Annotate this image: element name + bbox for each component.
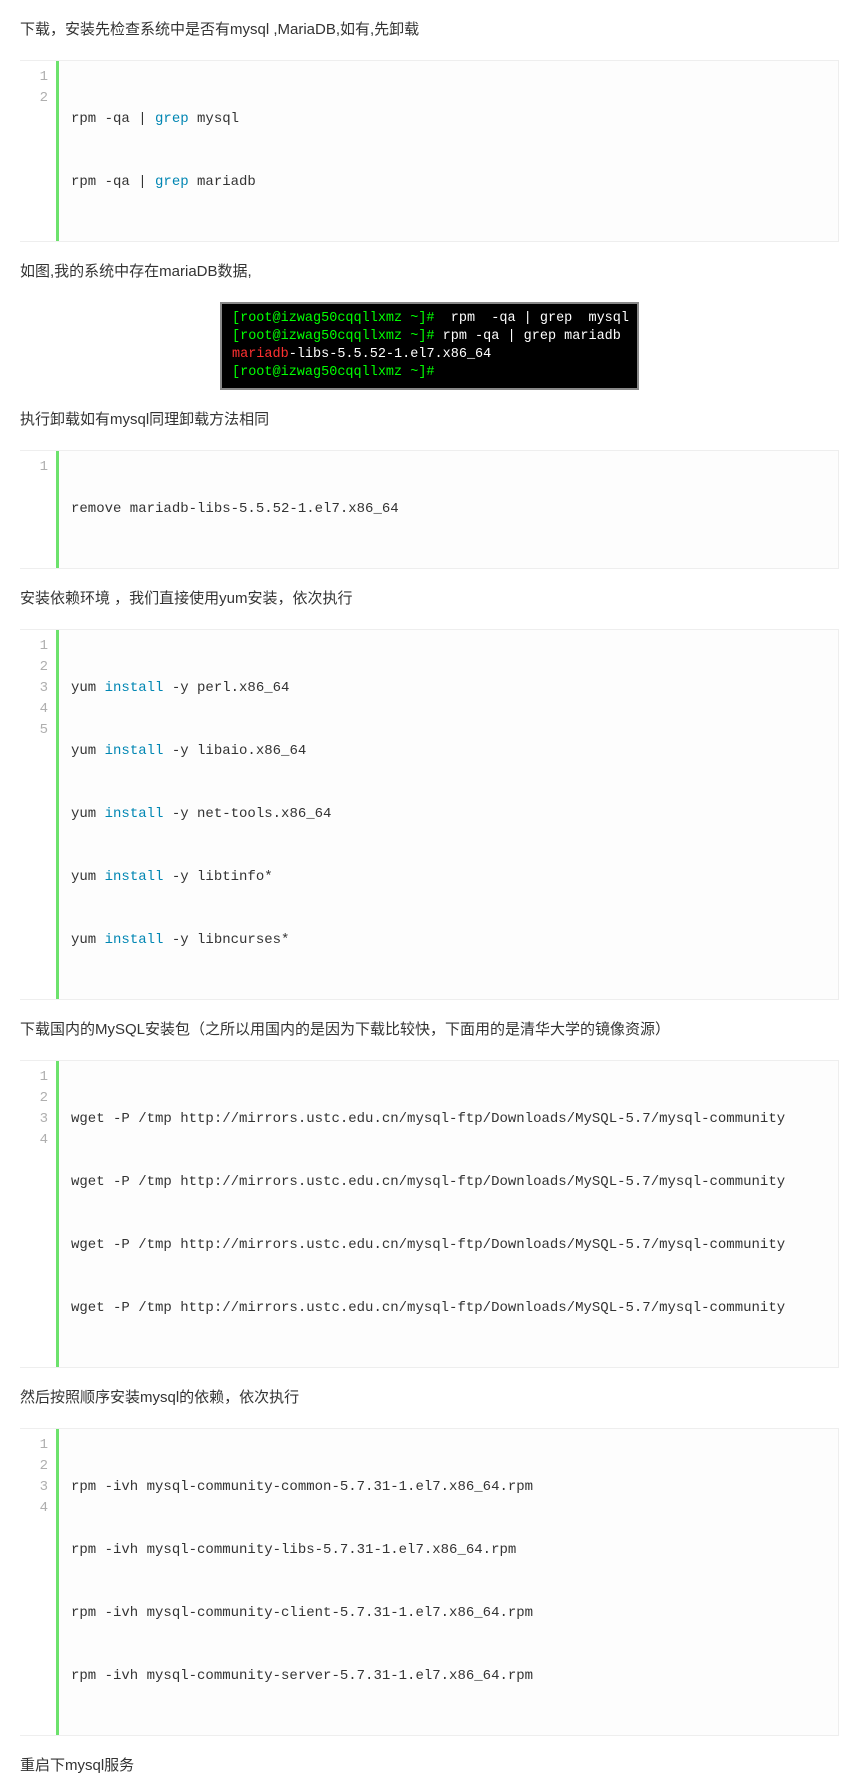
paragraph: 然后按照顺序安装mysql的依赖，依次执行 (20, 1386, 839, 1410)
terminal-screenshot: [root@izwag50cqqllxmz ~]# rpm -qa | grep… (20, 302, 839, 390)
code-line: rpm -ivh mysql-community-libs-5.7.31-1.e… (71, 1540, 838, 1561)
article-body: 下载，安装先检查系统中是否有mysql ,MariaDB,如有,先卸载 1 2 … (0, 18, 859, 1778)
line-gutter: 1 2 3 4 (20, 1429, 59, 1735)
code-line: rpm -ivh mysql-community-client-5.7.31-1… (71, 1603, 838, 1624)
line-number: 2 (20, 657, 56, 678)
terminal-line: [root@izwag50cqqllxmz ~]# (232, 364, 627, 382)
code-line: rpm -qa | grep mysql (71, 109, 838, 130)
line-number: 1 (20, 67, 56, 88)
code-block-wget[interactable]: 1 2 3 4 wget -P /tmp http://mirrors.ustc… (20, 1060, 839, 1368)
code-line: wget -P /tmp http://mirrors.ustc.edu.cn/… (71, 1298, 838, 1319)
code-line: rpm -qa | grep mariadb (71, 172, 838, 193)
code-line: remove mariadb-libs-5.5.52-1.el7.x86_64 (71, 499, 838, 520)
keyword-install: install (105, 932, 164, 948)
keyword-install: install (105, 806, 164, 822)
code-line: rpm -ivh mysql-community-server-5.7.31-1… (71, 1666, 838, 1687)
code-lines: rpm -ivh mysql-community-common-5.7.31-1… (59, 1429, 838, 1735)
line-number: 4 (20, 1130, 56, 1151)
code-lines: rpm -qa | grep mysql rpm -qa | grep mari… (59, 61, 838, 241)
keyword-grep: grep (155, 111, 189, 127)
line-number: 4 (20, 699, 56, 720)
code-line: yum install -y net-tools.x86_64 (71, 804, 838, 825)
line-number: 3 (20, 1109, 56, 1130)
code-line: wget -P /tmp http://mirrors.ustc.edu.cn/… (71, 1109, 838, 1130)
paragraph: 如图,我的系统中存在mariaDB数据, (20, 260, 839, 284)
line-number: 1 (20, 636, 56, 657)
paragraph: 执行卸载如有mysql同理卸载方法相同 (20, 408, 839, 432)
paragraph: 下载国内的MySQL安装包（之所以用国内的是因为下载比较快，下面用的是清华大学的… (20, 1018, 839, 1042)
code-block-check-mysql: 1 2 rpm -qa | grep mysql rpm -qa | grep … (20, 60, 839, 242)
code-line: yum install -y libaio.x86_64 (71, 741, 838, 762)
keyword-grep: grep (155, 174, 189, 190)
keyword-install: install (105, 680, 164, 696)
code-lines: wget -P /tmp http://mirrors.ustc.edu.cn/… (59, 1061, 838, 1367)
code-lines: remove mariadb-libs-5.5.52-1.el7.x86_64 (59, 451, 838, 568)
line-number: 5 (20, 720, 56, 741)
line-number: 2 (20, 1088, 56, 1109)
paragraph: 重启下mysql服务 (20, 1754, 839, 1778)
paragraph: 安装依赖环境 ，我们直接使用yum安装，依次执行 (20, 587, 839, 611)
line-gutter: 1 2 3 4 (20, 1061, 59, 1367)
keyword-install: install (105, 869, 164, 885)
terminal-window: [root@izwag50cqqllxmz ~]# rpm -qa | grep… (220, 302, 639, 390)
code-block-rpm-ivh: 1 2 3 4 rpm -ivh mysql-community-common-… (20, 1428, 839, 1736)
code-line: wget -P /tmp http://mirrors.ustc.edu.cn/… (71, 1235, 838, 1256)
line-number: 2 (20, 1456, 56, 1477)
terminal-line: [root@izwag50cqqllxmz ~]# rpm -qa | grep… (232, 328, 627, 346)
keyword-install: install (105, 743, 164, 759)
code-line: yum install -y libtinfo* (71, 867, 838, 888)
line-gutter: 1 2 3 4 5 (20, 630, 59, 999)
code-block-yum-install: 1 2 3 4 5 yum install -y perl.x86_64 yum… (20, 629, 839, 1000)
terminal-line: mariadb-libs-5.5.52-1.el7.x86_64 (232, 346, 627, 364)
code-block-remove: 1 remove mariadb-libs-5.5.52-1.el7.x86_6… (20, 450, 839, 569)
code-line: yum install -y perl.x86_64 (71, 678, 838, 699)
code-line: rpm -ivh mysql-community-common-5.7.31-1… (71, 1477, 838, 1498)
line-gutter: 1 (20, 451, 59, 568)
line-number: 1 (20, 457, 56, 478)
line-number: 1 (20, 1435, 56, 1456)
line-number: 3 (20, 1477, 56, 1498)
paragraph: 下载，安装先检查系统中是否有mysql ,MariaDB,如有,先卸载 (20, 18, 839, 42)
line-number: 3 (20, 678, 56, 699)
line-number: 1 (20, 1067, 56, 1088)
line-number: 4 (20, 1498, 56, 1519)
code-lines: yum install -y perl.x86_64 yum install -… (59, 630, 838, 999)
line-number: 2 (20, 88, 56, 109)
line-gutter: 1 2 (20, 61, 59, 241)
code-line: wget -P /tmp http://mirrors.ustc.edu.cn/… (71, 1172, 838, 1193)
code-line: yum install -y libncurses* (71, 930, 838, 951)
terminal-line: [root@izwag50cqqllxmz ~]# rpm -qa | grep… (232, 310, 627, 328)
